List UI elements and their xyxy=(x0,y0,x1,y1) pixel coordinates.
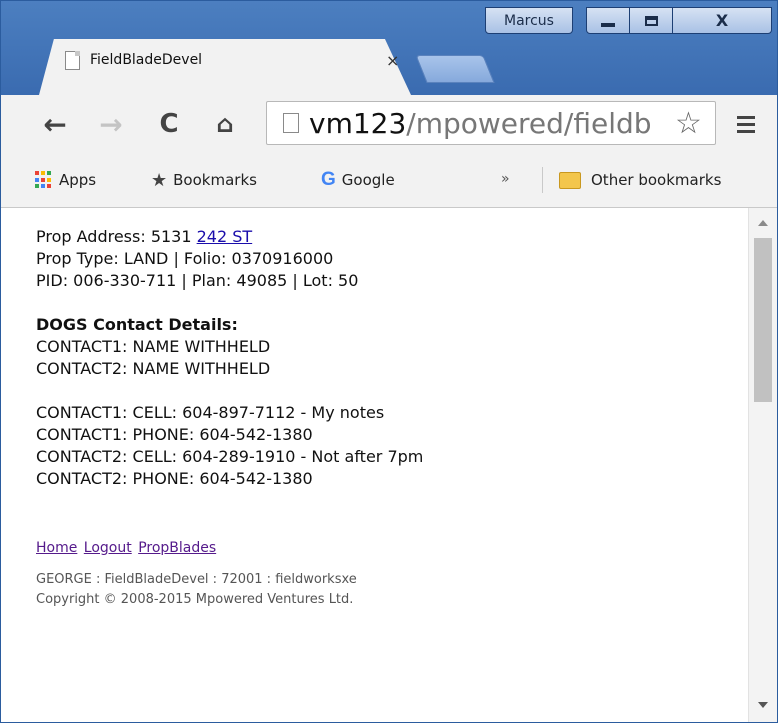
bookmark-google-label: Google xyxy=(341,171,395,189)
minimize-button[interactable] xyxy=(586,7,630,34)
chrome-menu-button[interactable] xyxy=(729,107,763,141)
folder-icon xyxy=(559,171,581,189)
home-button[interactable]: ⌂ xyxy=(207,107,243,141)
prop-type: Prop Type: LAND | Folio: 0370916000 xyxy=(36,249,334,268)
divider xyxy=(542,167,543,193)
contact2-cell: CONTACT2: CELL: 604-289-1910 - Not after… xyxy=(36,447,424,466)
address-bar[interactable]: vm123/mpowered/fieldb ☆ xyxy=(266,101,716,145)
tab-close-icon[interactable]: × xyxy=(386,51,399,70)
back-button[interactable]: ← xyxy=(37,107,73,141)
close-icon: X xyxy=(715,11,729,30)
vertical-scrollbar[interactable] xyxy=(748,208,777,722)
contact2-phone: CONTACT2: PHONE: 604-542-1380 xyxy=(36,469,313,488)
new-tab-button[interactable] xyxy=(415,55,495,83)
scroll-up-arrow-icon[interactable] xyxy=(758,220,768,226)
street-link[interactable]: 242 ST xyxy=(197,227,253,246)
contact1-phone: CONTACT1: PHONE: 604-542-1380 xyxy=(36,425,313,444)
home-link[interactable]: Home xyxy=(36,540,77,556)
page-content: Prop Address: 5131 242 ST Prop Type: LAN… xyxy=(36,226,726,610)
maximize-button[interactable] xyxy=(629,7,673,34)
contact1-name: CONTACT1: NAME WITHHELD xyxy=(36,337,271,356)
footer-nav: Home Logout PropBlades xyxy=(36,540,726,556)
toolbar: ← → C ⌂ vm123/mpowered/fieldb ☆ xyxy=(1,95,777,153)
bookmark-other[interactable]: Other bookmarks xyxy=(559,167,721,193)
page-icon xyxy=(65,50,80,70)
contact2-name: CONTACT2: NAME WITHHELD xyxy=(36,359,271,378)
home-icon: ⌂ xyxy=(216,110,234,138)
apps-grid-icon xyxy=(35,171,53,189)
forward-arrow-icon: → xyxy=(99,107,123,141)
scroll-down-arrow-icon[interactable] xyxy=(758,702,768,708)
bookmarks-bar: Apps ★ Bookmarks G Google » Other bookma… xyxy=(1,153,777,208)
contact1-cell: CONTACT1: CELL: 604-897-7112 - My notes xyxy=(36,403,385,422)
google-icon: G xyxy=(321,169,336,190)
profile-name: Marcus xyxy=(504,12,554,29)
bookmark-apps[interactable]: Apps xyxy=(35,167,96,193)
profile-button[interactable]: Marcus xyxy=(485,7,573,34)
star-icon: ★ xyxy=(151,169,168,191)
prop-pid: PID: 006-330-711 | Plan: 49085 | Lot: 50 xyxy=(36,271,359,290)
url-host: vm123 xyxy=(309,107,407,140)
bookmark-bookmarks-label: Bookmarks xyxy=(173,171,257,189)
prop-address-label: Prop Address: 5131 xyxy=(36,227,197,246)
bookmark-other-label: Other bookmarks xyxy=(591,171,722,189)
footer-copyright: Copyright © 2008-2015 Mpowered Ventures … xyxy=(36,592,354,607)
prop-address: Prop Address: 5131 242 ST xyxy=(36,226,726,248)
scrollbar-thumb[interactable] xyxy=(754,238,772,402)
footer-session: GEORGE : FieldBladeDevel : 72001 : field… xyxy=(36,572,357,587)
bookmark-bookmarks[interactable]: ★ Bookmarks xyxy=(151,167,257,193)
bookmark-google[interactable]: G Google xyxy=(321,167,395,193)
maximize-icon xyxy=(644,15,658,26)
contact-heading: DOGS Contact Details: xyxy=(36,315,238,334)
propblades-link[interactable]: PropBlades xyxy=(138,540,216,556)
bookmark-apps-label: Apps xyxy=(59,171,97,189)
footer-info: GEORGE : FieldBladeDevel : 72001 : field… xyxy=(36,570,726,610)
back-arrow-icon: ← xyxy=(43,107,67,141)
page-viewport: Prop Address: 5131 242 ST Prop Type: LAN… xyxy=(1,208,747,722)
url-text[interactable]: vm123/mpowered/fieldb xyxy=(309,107,669,140)
reload-icon: C xyxy=(159,109,179,139)
tab-content: FieldBladeDevel xyxy=(65,47,202,73)
forward-button[interactable]: → xyxy=(93,107,129,141)
tab-title: FieldBladeDevel xyxy=(90,52,203,68)
bookmarks-overflow-icon[interactable]: » xyxy=(501,171,510,187)
browser-window: Marcus X FieldBladeDevel × ← → C ⌂ vm123… xyxy=(0,0,778,723)
close-window-button[interactable]: X xyxy=(672,7,772,34)
logout-link[interactable]: Logout xyxy=(84,540,132,556)
bookmark-star-icon[interactable]: ☆ xyxy=(675,106,702,141)
reload-button[interactable]: C xyxy=(151,107,187,141)
url-path: /mpowered/fieldb xyxy=(406,107,652,140)
minimize-icon xyxy=(601,22,615,27)
menu-icon xyxy=(737,115,755,119)
page-icon xyxy=(283,113,299,133)
